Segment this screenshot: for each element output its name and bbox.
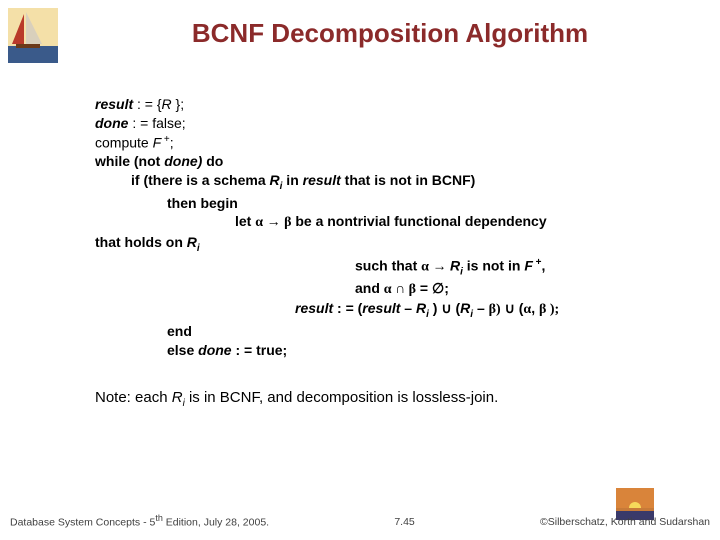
- algo-line-3: compute F +;: [95, 133, 700, 153]
- footer-page-number: 7.45: [365, 516, 445, 528]
- algo-line-11: result : = (result – Ri ) ∪ (Ri – β) ∪ (…: [95, 299, 700, 321]
- footer-copyright: ©Silberschatz, Korth and Sudarshan: [540, 516, 710, 528]
- algo-line-9: such that α → Ri is not in F +,: [95, 256, 700, 279]
- slide-title: BCNF Decomposition Algorithm: [0, 0, 720, 59]
- footer: Database System Concepts - 5th Edition, …: [0, 490, 720, 530]
- algorithm-body: result : = {R }; done : = false; compute…: [95, 95, 700, 410]
- algo-line-13: else done : = true;: [95, 341, 700, 360]
- algo-line-2: done : = false;: [95, 114, 700, 133]
- algo-line-8: that holds on Ri: [95, 233, 700, 255]
- algo-line-7: let α → β be a nontrivial functional dep…: [95, 212, 700, 233]
- algo-line-4: while (not done) do: [95, 152, 700, 171]
- algo-line-6: then begin: [95, 194, 700, 213]
- algo-line-10: and α ∩ β = ∅;: [95, 279, 700, 300]
- footer-left: Database System Concepts - 5th Edition, …: [10, 513, 269, 529]
- sailboat-icon: [8, 8, 58, 63]
- algo-line-5: if (there is a schema Ri in result that …: [95, 171, 700, 193]
- algo-line-1: result : = {R };: [95, 95, 700, 114]
- note-line: Note: each Ri is in BCNF, and decomposit…: [95, 388, 700, 411]
- algo-line-12: end: [95, 322, 700, 341]
